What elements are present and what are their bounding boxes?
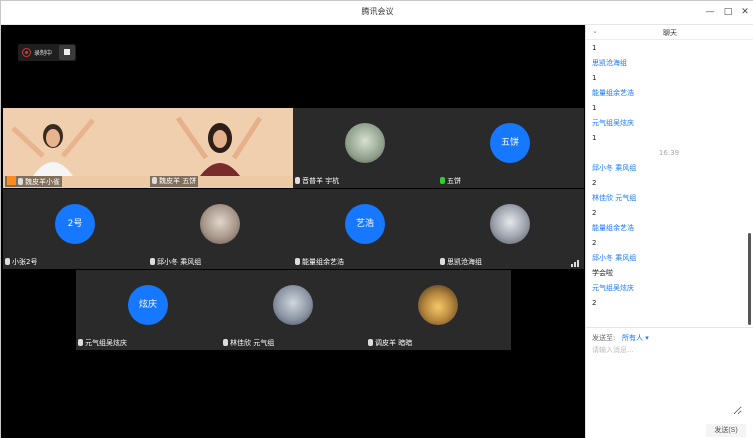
participant-avatar: 艺浩 xyxy=(345,204,385,244)
participant-avatar xyxy=(418,285,458,325)
participant-name: 魏皮羊小雀 xyxy=(5,176,62,187)
participant-name: 林佳欣 元气组 xyxy=(223,338,274,349)
record-icon xyxy=(22,48,31,57)
participant-tile[interactable]: 五饼 五饼 xyxy=(438,108,584,188)
chat-message-text: 1 xyxy=(592,134,597,142)
participant-tile[interactable]: 林佳欣 元气组 xyxy=(221,270,366,350)
participant-avatar: 炫庆 xyxy=(128,285,168,325)
recording-indicator: 录制中 xyxy=(18,44,76,61)
chat-message-text: 1 xyxy=(592,44,597,52)
chat-message-text: 2 xyxy=(592,299,597,307)
title-bar: 腾讯会议 — □ ✕ xyxy=(1,1,753,25)
send-to-label: 发送至: xyxy=(592,334,616,342)
recording-label: 录制中 xyxy=(34,50,53,57)
mic-icon xyxy=(295,258,300,265)
window-title: 腾讯会议 xyxy=(361,7,394,16)
mic-icon xyxy=(78,339,83,346)
chat-panel: ⌄ 聊天 1 思凯沧海组 1 能量组余艺浩 1 元气组吴炫庆 1 16:39 邱小冬 乘风组 2 林… xyxy=(585,25,753,438)
participant-avatar xyxy=(273,285,313,325)
send-button[interactable]: 发送(S) xyxy=(706,424,746,437)
participant-avatar: 五饼 xyxy=(490,123,530,163)
chat-input[interactable] xyxy=(592,345,742,415)
chat-message-text: 2 xyxy=(592,179,597,187)
participant-name: 元气组吴炫庆 xyxy=(78,338,127,349)
chat-message-text: 2 xyxy=(592,209,597,217)
chat-sender: 能量组余艺浩 xyxy=(592,224,634,232)
chat-title: 聊天 xyxy=(663,29,677,37)
chat-message-text: 2 xyxy=(592,239,597,247)
chat-sender: 思凯沧海组 xyxy=(592,59,627,67)
app-window: 腾讯会议 — □ ✕ 录制中 魏皮羊小雀 魏皮羊 五饼 音普羊 宇杭 五饼 五饼… xyxy=(0,0,753,438)
participant-name: 思凯沧海组 xyxy=(440,257,482,268)
chat-timestamp: 16:39 xyxy=(658,149,680,157)
participant-tile[interactable]: 魏皮羊小雀 xyxy=(3,108,148,188)
participant-name: 音普羊 宇杭 xyxy=(295,176,339,187)
stop-recording-button[interactable] xyxy=(59,45,75,60)
chat-scrollbar[interactable] xyxy=(748,233,751,325)
participant-name: 魏皮羊 五饼 xyxy=(150,176,199,187)
chat-message-text: 1 xyxy=(592,104,597,112)
participant-tile[interactable]: 魏皮羊 五饼 xyxy=(148,108,293,188)
video-grid: 录制中 魏皮羊小雀 魏皮羊 五饼 音普羊 宇杭 五饼 五饼 2号 小张2号 邱小… xyxy=(1,25,585,438)
participant-name: 五饼 xyxy=(440,176,461,187)
mic-icon xyxy=(5,258,10,265)
mic-icon xyxy=(440,258,445,265)
participant-tile[interactable]: 调皮羊 暗暗 xyxy=(366,270,511,350)
participant-tile[interactable]: 炫庆 元气组吴炫庆 xyxy=(76,270,221,350)
chat-composer: 发送至: 所有人 ▾ 发送(S) xyxy=(586,327,753,438)
chat-sender: 林佳欣 元气组 xyxy=(592,194,637,202)
minimize-button[interactable]: — xyxy=(703,5,717,19)
mic-icon xyxy=(440,177,445,184)
participant-tile[interactable]: 音普羊 宇杭 xyxy=(293,108,438,188)
mic-icon xyxy=(223,339,228,346)
mic-icon xyxy=(368,339,373,346)
participant-avatar xyxy=(490,204,530,244)
chat-sender: 邱小冬 乘风组 xyxy=(592,164,637,172)
host-icon xyxy=(7,176,16,185)
chat-sender: 元气组吴炫庆 xyxy=(592,119,634,127)
signal-icon xyxy=(571,260,580,267)
participant-avatar: 2号 xyxy=(55,204,95,244)
participant-name: 能量组余艺浩 xyxy=(295,257,344,268)
maximize-button[interactable]: □ xyxy=(721,5,735,19)
participant-avatar xyxy=(345,123,385,163)
chat-sender: 邱小冬 乘风组 xyxy=(592,254,637,262)
participant-video xyxy=(148,108,293,176)
participant-tile[interactable]: 2号 小张2号 xyxy=(3,189,148,269)
mic-icon xyxy=(150,258,155,265)
participant-name: 调皮羊 暗暗 xyxy=(368,338,412,349)
close-button[interactable]: ✕ xyxy=(738,5,752,19)
chat-sender: 元气组吴炫庆 xyxy=(592,284,634,292)
mic-icon xyxy=(152,177,157,184)
chat-sender: 能量组余艺浩 xyxy=(592,89,634,97)
participant-avatar xyxy=(200,204,240,244)
participant-name: 邱小冬 乘风组 xyxy=(150,257,201,268)
chat-header: ⌄ 聊天 xyxy=(586,25,753,40)
mic-icon xyxy=(18,178,23,185)
chat-message-text: 学会啦 xyxy=(592,269,613,277)
send-to-dropdown[interactable]: 所有人 ▾ xyxy=(622,333,649,343)
participant-tile[interactable]: 艺浩 能量组余艺浩 xyxy=(293,189,438,269)
chat-message-text: 1 xyxy=(592,74,597,82)
participant-tile[interactable]: 邱小冬 乘风组 xyxy=(148,189,293,269)
participant-video xyxy=(3,108,148,176)
mic-icon xyxy=(295,177,300,184)
participant-name: 小张2号 xyxy=(5,257,37,268)
participant-tile[interactable]: 思凯沧海组 xyxy=(438,189,584,269)
chat-message-list[interactable]: 1 思凯沧海组 1 能量组余艺浩 1 元气组吴炫庆 1 16:39 邱小冬 乘风组 2 林佳欣 元气… xyxy=(592,41,746,351)
